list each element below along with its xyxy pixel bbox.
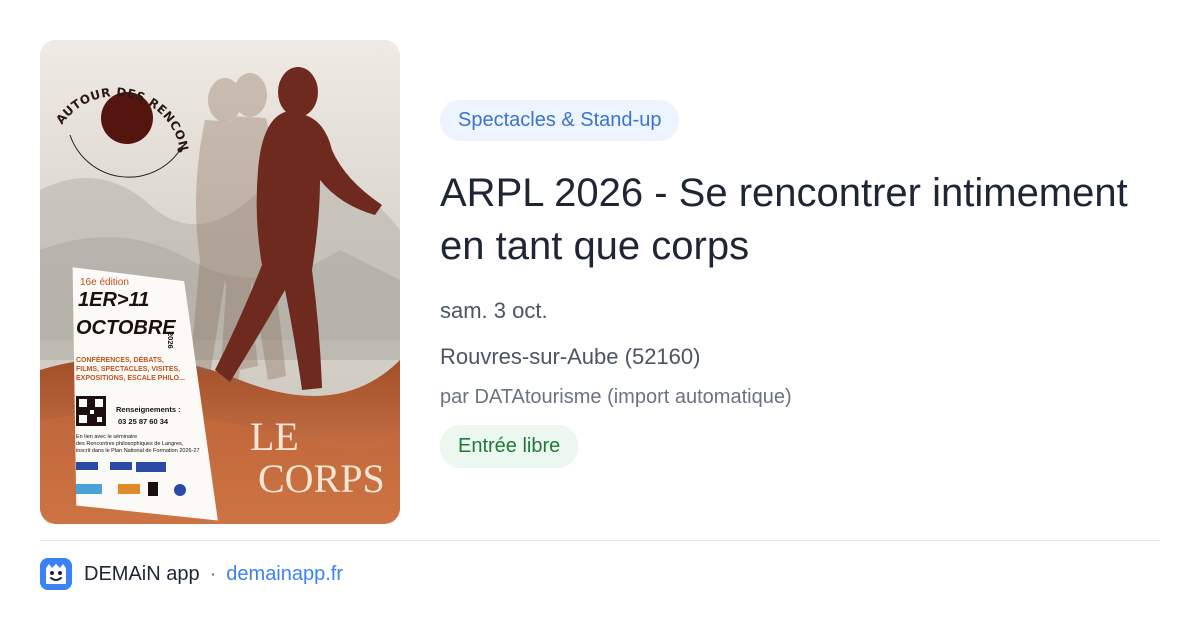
site-link[interactable]: demainapp.fr: [226, 563, 343, 586]
poster-dates-line1: 1ER>11: [78, 289, 149, 311]
poster-title-line1: LE: [250, 414, 299, 459]
poster-note-2: des Rencontres philosophiques de Langres…: [76, 441, 184, 447]
smiley-app-icon[interactable]: [40, 558, 72, 590]
event-location: Rouvres-sur-Aube (52160): [440, 344, 701, 369]
footer-divider: [40, 540, 1160, 541]
event-date: sam. 3 oct.: [440, 298, 548, 323]
poster-activity-1: CONFÉRENCES, DÉBATS,: [76, 355, 164, 364]
poster-info-label: Renseignements :: [116, 405, 181, 414]
app-footer: DEMAiN app · demainapp.fr: [40, 558, 343, 590]
category-tag[interactable]: Spectacles & Stand-up: [440, 100, 680, 141]
footer-separator: ·: [209, 562, 217, 585]
app-name: DEMAiN app: [84, 562, 200, 585]
event-source: par DATAtourisme (import automatique): [440, 386, 792, 408]
event-title[interactable]: ARPL 2026 - Se rencontrer intimement en …: [440, 167, 1140, 273]
price-badge: Entrée libre: [440, 425, 579, 468]
poster-edition: 16e édition: [80, 277, 129, 288]
event-details: Spectacles & Stand-up ARPL 2026 - Se ren…: [440, 100, 1160, 468]
poster-info-phone: 03 25 87 60 34: [118, 417, 169, 426]
poster-activity-2: FILMS, SPECTACLES, VISITES,: [76, 366, 180, 373]
poster-title-line2: CORPS: [258, 456, 385, 501]
poster-note-1: En lien avec le séminaire: [76, 434, 137, 440]
poster-dates-line2: OCTOBRE: [76, 317, 176, 339]
qr-code-icon: [76, 396, 106, 426]
poster-year: 2026: [166, 332, 175, 349]
event-poster-image[interactable]: AUTOUR DES RENCONTRES PHILOSOPHIQUES DE …: [40, 40, 400, 524]
poster-note-3: inscrit dans le Plan National de Formati…: [76, 448, 200, 454]
poster-activity-3: EXPOSITIONS, ESCALE PHILO...: [76, 375, 185, 382]
